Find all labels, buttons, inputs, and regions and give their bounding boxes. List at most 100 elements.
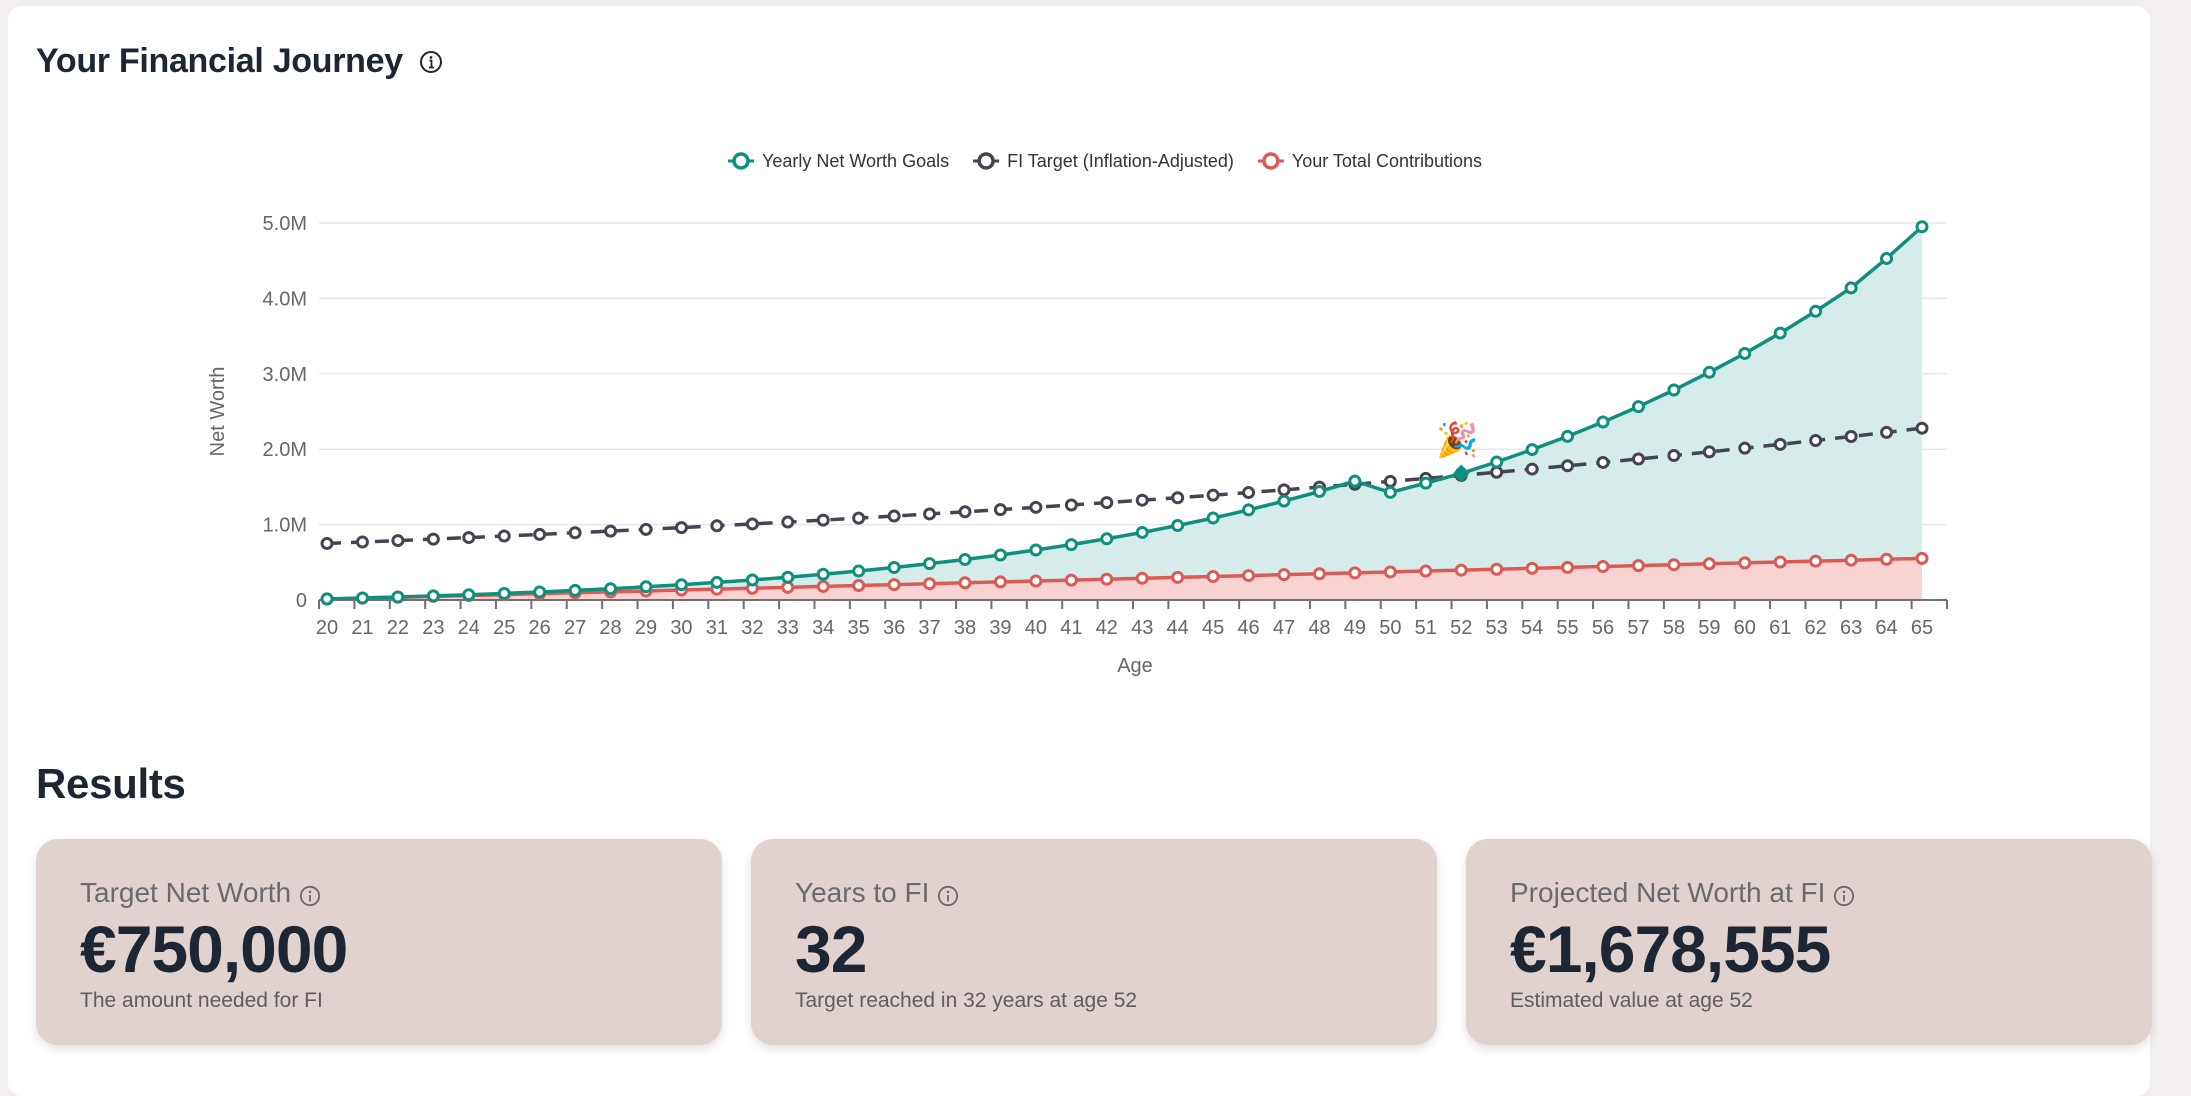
net-worth-point [639,580,653,594]
fi-target-point [958,505,972,519]
net-worth-point [1561,429,1575,443]
fi-target-point [355,535,369,549]
fi-target-point [1383,474,1397,488]
x-tick-label: 38 [954,617,976,639]
contributions-point [1561,560,1575,574]
net-worth-point [674,578,688,592]
net-worth-point [710,575,724,589]
net-worth-point [1738,346,1752,360]
net-worth-point [462,588,476,602]
fi-target-point [1738,441,1752,455]
info-circle-icon[interactable] [1833,882,1855,907]
financial-journey-panel: Your Financial Journey 0 1.0M 2.0M 3.0M 4.0M… [8,6,2152,1096]
x-tick-label: 27 [564,617,586,639]
contributions-point [923,577,937,591]
x-axis-label: Age [1117,655,1153,677]
party-popper-icon: 🎉 [1436,420,1478,460]
y-tick-label: 2.0M [263,439,307,461]
y-axis-label: Net Worth [207,367,229,457]
contributions-point [1667,558,1681,572]
fi-target-point [497,529,511,543]
net-worth-point [1880,251,1894,265]
fi-target-point [1667,448,1681,462]
x-tick-label: 32 [741,617,763,639]
x-tick-label: 35 [848,617,870,639]
card-subtitle: Target reached in 32 years at age 52 [795,989,1138,1012]
contributions-point [1171,570,1185,584]
header: Your Financial Journey [36,42,443,81]
result-card-years-to-fi: Years to FI 32 Target reached in 32 year… [751,839,1437,1045]
net-worth-point [993,548,1007,562]
fi-target-point [1844,429,1858,443]
fi-target-point [887,509,901,523]
fi-target-point [568,526,582,540]
net-worth-point [355,591,369,605]
x-tick-label: 53 [1486,617,1508,639]
net-worth-point [604,582,618,596]
net-worth-point [1100,532,1114,546]
net-worth-point [745,573,759,587]
card-value: 32 [795,912,867,986]
x-tick-label: 36 [883,617,905,639]
contributions-point [1880,552,1894,566]
x-tick-label: 26 [529,617,551,639]
x-tick-label: 45 [1202,617,1224,639]
contributions-point [1631,559,1645,573]
legend-item-label: Your Total Contributions [1292,151,1482,171]
net-worth-point [923,557,937,571]
x-tick-label: 62 [1805,617,1827,639]
x-tick-label: 34 [812,617,834,639]
contributions-point [1064,573,1078,587]
x-tick-label: 22 [387,617,409,639]
card-label: Target Net Worth [80,877,321,909]
fi-target-point [816,513,830,527]
net-worth-point [958,553,972,567]
fi-target-point [462,531,476,545]
contributions-point [1915,551,1929,565]
contributions-point [1206,569,1220,583]
legend-marker [1262,152,1280,170]
x-tick-label: 42 [1096,617,1118,639]
net-worth-point [816,567,830,581]
x-tick-label: 61 [1769,617,1791,639]
x-tick-label: 54 [1521,617,1543,639]
card-label-text: Target Net Worth [80,877,292,908]
results-title: Results [36,760,186,807]
net-worth-point [391,590,405,604]
contributions-point [1242,569,1256,583]
x-tick-label: 58 [1663,617,1685,639]
net-worth-point [1277,494,1291,508]
net-worth-point [1064,538,1078,552]
x-tick-label: 60 [1734,617,1756,639]
contributions-point [887,578,901,592]
info-circle-icon[interactable] [937,882,959,907]
y-tick-label: 4.0M [263,288,307,310]
contributions-point [1277,568,1291,582]
contributions-point [1844,553,1858,567]
contributions-point [1596,560,1610,574]
x-tick-label: 57 [1627,617,1649,639]
net-worth-point [1525,443,1539,457]
fi-target-point [533,527,547,541]
y-tick-label: 0 [296,590,307,612]
net-worth-point [568,583,582,597]
contributions-point [1809,554,1823,568]
card-label: Projected Net Worth at FI [1510,877,1855,909]
net-worth-point [1383,485,1397,499]
info-circle-icon[interactable] [299,882,321,907]
info-circle-icon[interactable] [419,50,443,74]
chart-container: 0 1.0M 2.0M 3.0M 4.0M 5.0M Net Worth 20 21 22 23 24… [8,126,2150,706]
contributions-point [1525,561,1539,575]
net-worth-point [1844,281,1858,295]
net-worth-point [1419,476,1433,490]
x-tick-label: 43 [1131,617,1153,639]
net-worth-point [1702,365,1716,379]
fi-target-point [604,524,618,538]
fi-target-point [1880,425,1894,439]
fi-target-point [923,507,937,521]
x-tick-label: 50 [1379,617,1401,639]
x-tick-label: 65 [1911,617,1933,639]
net-worth-point [1029,543,1043,557]
net-worth-point [1171,519,1185,533]
net-worth-point [1242,503,1256,517]
